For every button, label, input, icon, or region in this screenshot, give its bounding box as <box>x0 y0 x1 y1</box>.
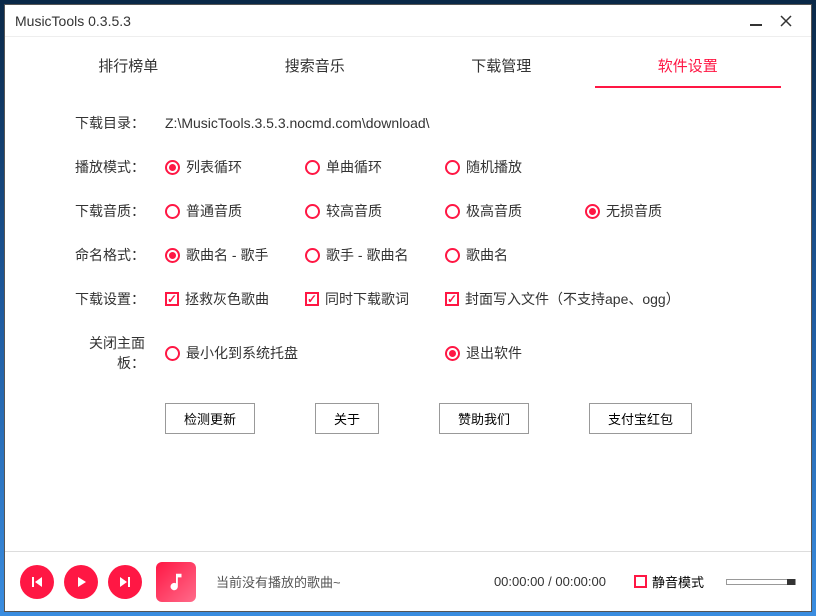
radio-icon <box>305 160 320 175</box>
alipay-button[interactable]: 支付宝红包 <box>589 403 692 434</box>
close-option-tray[interactable]: 最小化到系统托盘 <box>165 343 445 363</box>
donate-button[interactable]: 赞助我们 <box>439 403 529 434</box>
window-title: MusicTools 0.3.5.3 <box>15 13 741 29</box>
row-download-dir: 下载目录： Z:\MusicTools.3.5.3.nocmd.com\down… <box>65 113 771 133</box>
dl-setting-label: 下载设置： <box>65 289 145 309</box>
row-dl-setting: 下载设置： 拯救灰色歌曲 同时下载歌词 封面写入文件（不支持ape、ogg） <box>65 289 771 309</box>
tabs: 排行榜单 搜索音乐 下载管理 软件设置 <box>5 37 811 88</box>
download-dir-label: 下载目录： <box>65 113 145 133</box>
now-playing-text: 当前没有播放的歌曲~ <box>206 572 484 591</box>
close-option-exit[interactable]: 退出软件 <box>445 343 585 363</box>
check-update-button[interactable]: 检测更新 <box>165 403 255 434</box>
tab-ranking[interactable]: 排行榜单 <box>35 47 222 88</box>
prev-button[interactable] <box>20 565 54 599</box>
next-button[interactable] <box>108 565 142 599</box>
row-play-mode: 播放模式： 列表循环 单曲循环 随机播放 <box>65 157 771 177</box>
checkbox-icon <box>305 292 319 306</box>
volume-handle <box>787 579 795 585</box>
player-bar: 当前没有播放的歌曲~ 00:00:00 / 00:00:00 静音模式 <box>5 551 811 611</box>
checkbox-icon <box>445 292 459 306</box>
quality-option-super[interactable]: 极高音质 <box>445 201 585 221</box>
radio-icon <box>445 248 460 263</box>
naming-option-1[interactable]: 歌手 - 歌曲名 <box>305 245 445 265</box>
radio-icon <box>445 160 460 175</box>
dl-setting-lyrics[interactable]: 同时下载歌词 <box>305 289 445 309</box>
close-panel-label: 关闭主面板： <box>65 333 145 373</box>
close-button[interactable] <box>771 6 801 36</box>
radio-icon <box>165 160 180 175</box>
play-button[interactable] <box>64 565 98 599</box>
quality-option-high[interactable]: 较高音质 <box>305 201 445 221</box>
play-mode-option-single[interactable]: 单曲循环 <box>305 157 445 177</box>
play-mode-label: 播放模式： <box>65 157 145 177</box>
app-window: MusicTools 0.3.5.3 排行榜单 搜索音乐 下载管理 软件设置 下… <box>4 4 812 612</box>
mute-toggle[interactable]: 静音模式 <box>634 572 704 591</box>
titlebar: MusicTools 0.3.5.3 <box>5 5 811 37</box>
radio-icon <box>445 204 460 219</box>
album-art <box>156 562 196 602</box>
naming-option-2[interactable]: 歌曲名 <box>445 245 585 265</box>
about-button[interactable]: 关于 <box>315 403 379 434</box>
checkbox-icon <box>634 575 647 588</box>
row-naming: 命名格式： 歌曲名 - 歌手 歌手 - 歌曲名 歌曲名 <box>65 245 771 265</box>
radio-icon <box>165 346 180 361</box>
radio-icon <box>305 248 320 263</box>
minimize-button[interactable] <box>741 6 771 36</box>
tab-settings[interactable]: 软件设置 <box>595 47 782 88</box>
radio-icon <box>445 346 460 361</box>
tab-downloads[interactable]: 下载管理 <box>408 47 595 88</box>
radio-icon <box>305 204 320 219</box>
radio-icon <box>165 248 180 263</box>
naming-label: 命名格式： <box>65 245 145 265</box>
play-mode-option-loop[interactable]: 列表循环 <box>165 157 305 177</box>
download-dir-value[interactable]: Z:\MusicTools.3.5.3.nocmd.com\download\ <box>165 115 771 131</box>
tab-search[interactable]: 搜索音乐 <box>222 47 409 88</box>
play-mode-option-random[interactable]: 随机播放 <box>445 157 585 177</box>
row-quality: 下载音质： 普通音质 较高音质 极高音质 无损音质 <box>65 201 771 221</box>
button-row: 检测更新 关于 赞助我们 支付宝红包 <box>65 403 771 434</box>
quality-option-normal[interactable]: 普通音质 <box>165 201 305 221</box>
radio-icon <box>585 204 600 219</box>
volume-slider[interactable] <box>726 579 796 585</box>
dl-setting-cover[interactable]: 封面写入文件（不支持ape、ogg） <box>445 289 680 309</box>
row-close-panel: 关闭主面板： 最小化到系统托盘 退出软件 <box>65 333 771 373</box>
checkbox-icon <box>165 292 179 306</box>
settings-panel: 下载目录： Z:\MusicTools.3.5.3.nocmd.com\down… <box>5 88 811 551</box>
quality-option-lossless[interactable]: 无损音质 <box>585 201 725 221</box>
naming-option-0[interactable]: 歌曲名 - 歌手 <box>165 245 305 265</box>
quality-label: 下载音质： <box>65 201 145 221</box>
radio-icon <box>165 204 180 219</box>
dl-setting-gray[interactable]: 拯救灰色歌曲 <box>165 289 305 309</box>
time-display: 00:00:00 / 00:00:00 <box>494 574 606 589</box>
